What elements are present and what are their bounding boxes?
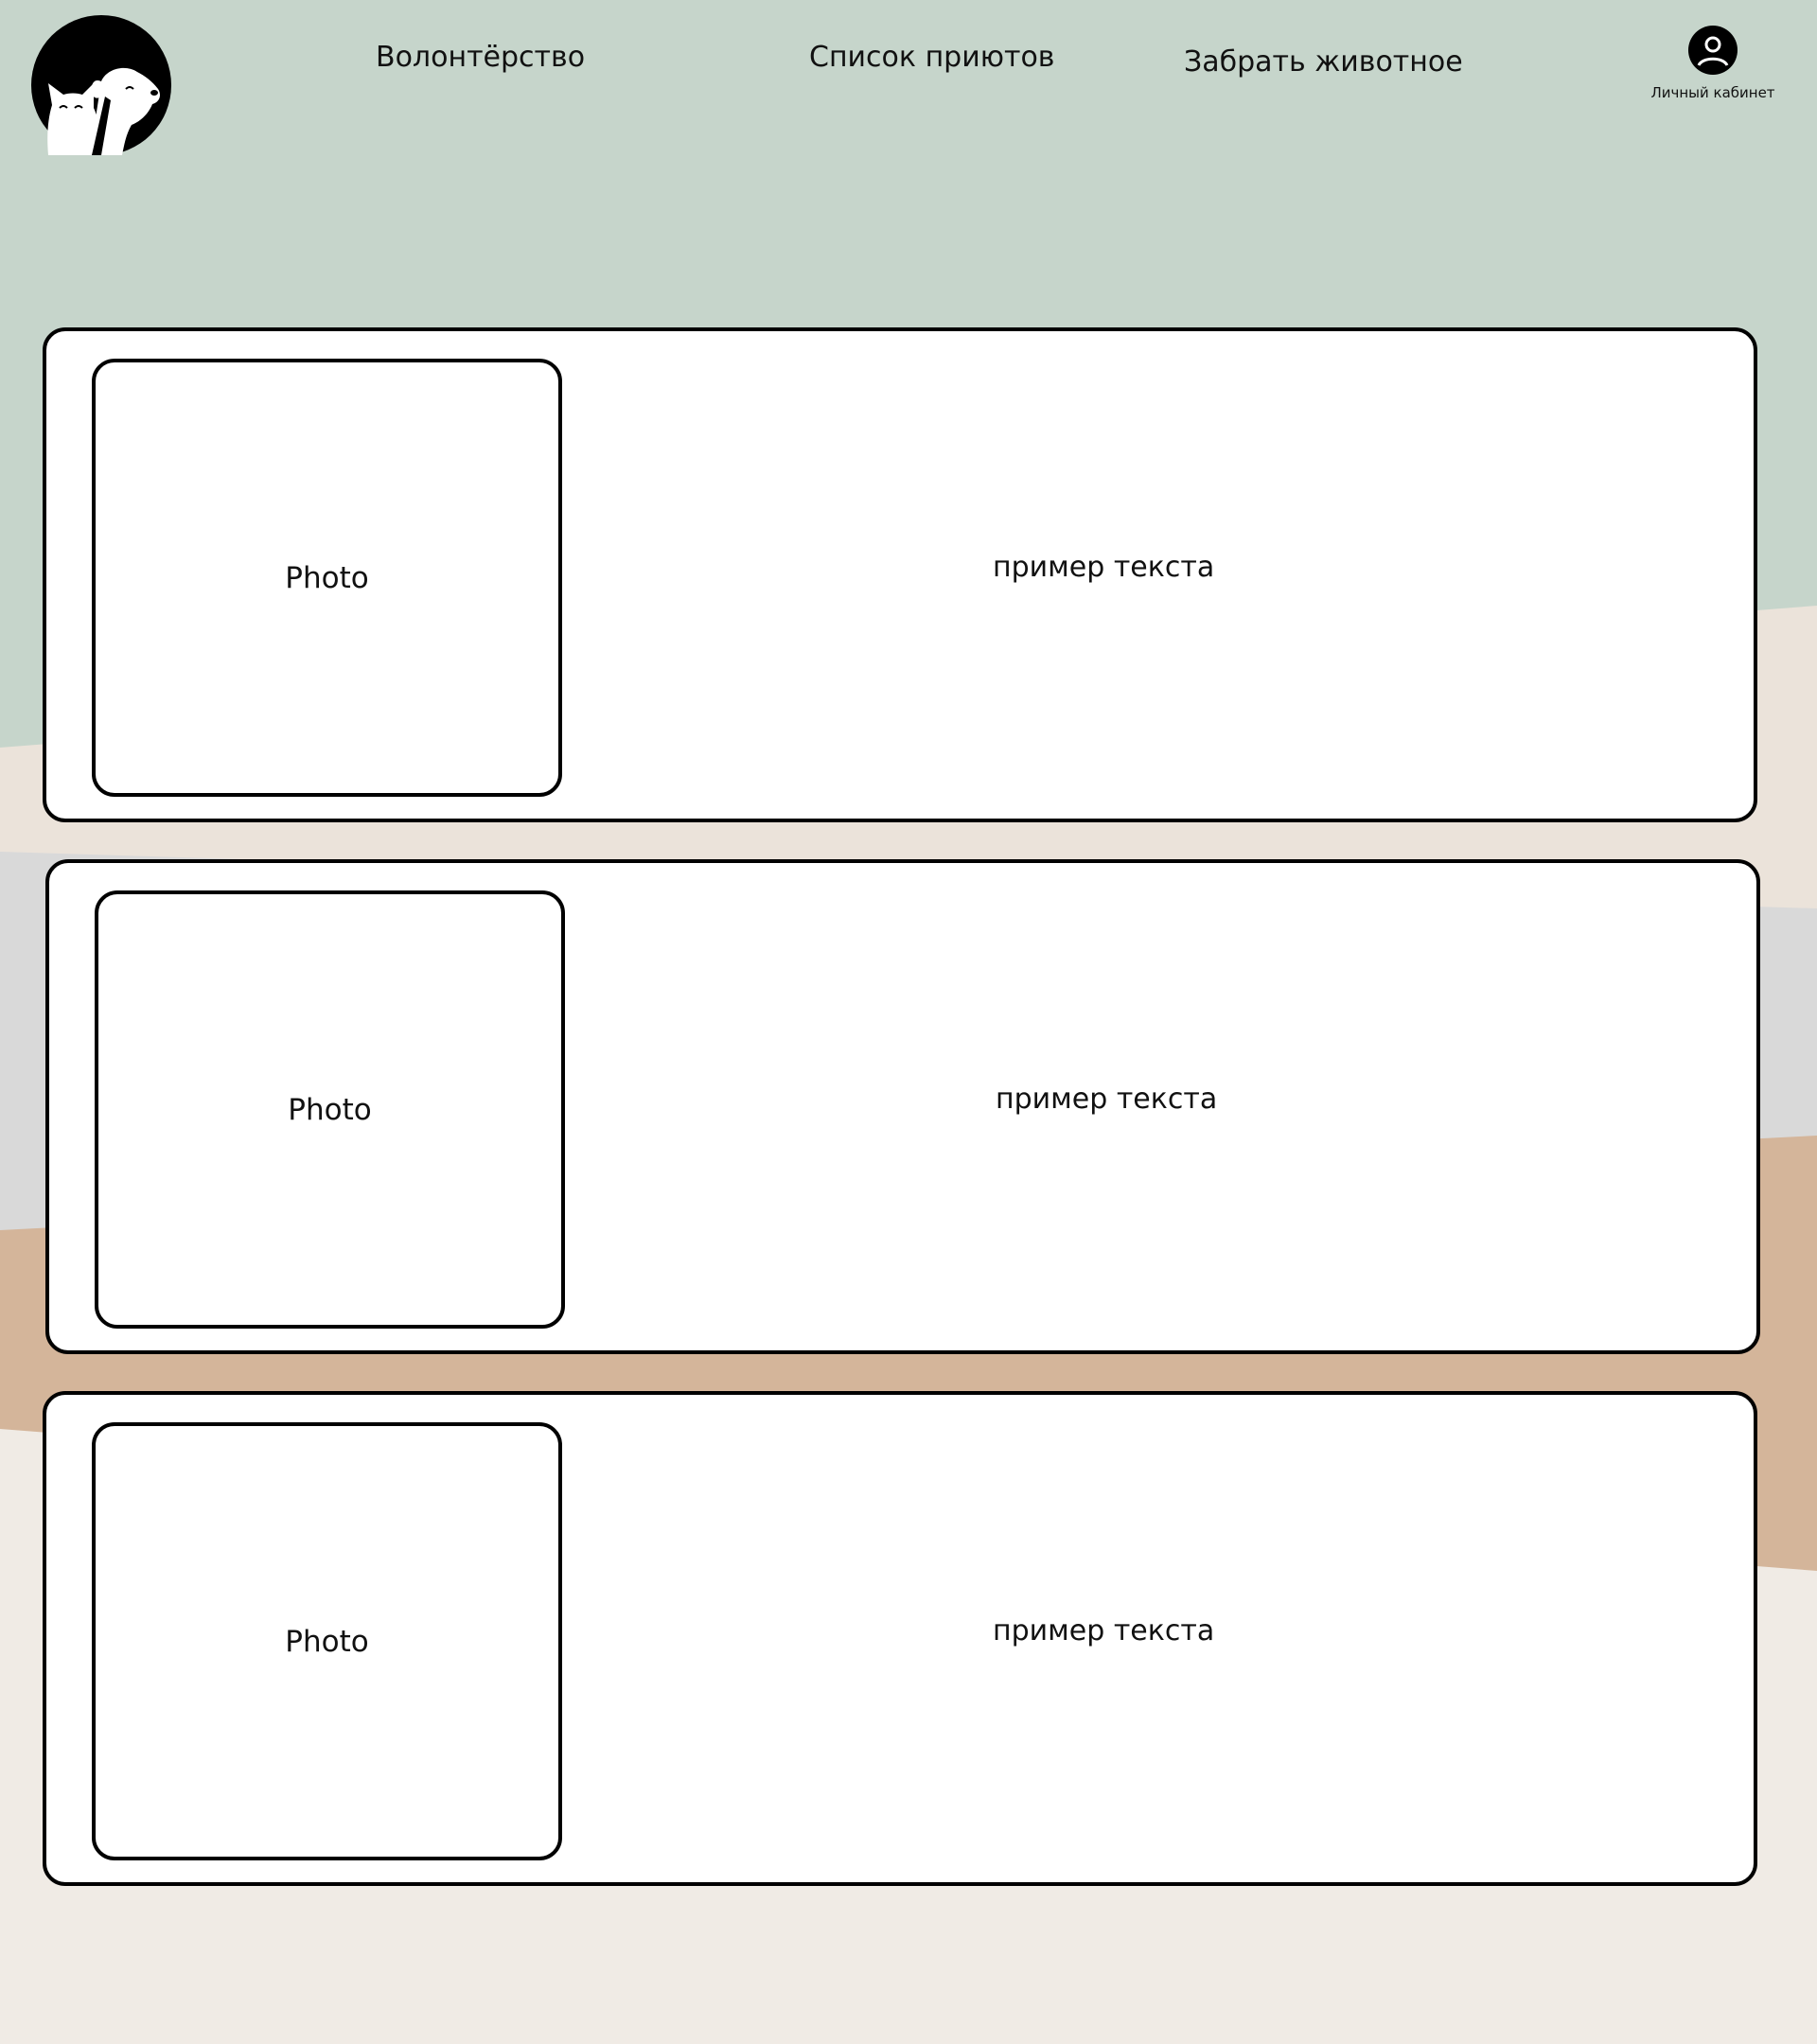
card-text: пример текста <box>993 551 1215 584</box>
profile-label: Личный кабинет <box>1650 84 1775 101</box>
photo-placeholder: Photo <box>92 1422 562 1860</box>
nav-adopt-animal[interactable]: Забрать животное <box>1184 45 1463 79</box>
logo[interactable] <box>31 15 171 155</box>
photo-placeholder: Photo <box>95 890 565 1329</box>
photo-label: Photo <box>288 1092 372 1127</box>
photo-label: Photo <box>285 1624 369 1659</box>
shelter-card[interactable]: Photo пример текста <box>43 1391 1757 1886</box>
card-text: пример текста <box>996 1083 1218 1116</box>
profile-button[interactable]: Личный кабинет <box>1628 26 1798 107</box>
shelter-card[interactable]: Photo пример текста <box>45 859 1760 1354</box>
shelter-card[interactable]: Photo пример текста <box>43 327 1757 822</box>
photo-label: Photo <box>285 560 369 595</box>
photo-placeholder: Photo <box>92 359 562 797</box>
cat-dog-logo-icon <box>31 15 171 155</box>
card-text: пример текста <box>993 1614 1215 1648</box>
user-icon <box>1688 26 1738 75</box>
nav-shelter-list[interactable]: Список приютов <box>809 41 1054 74</box>
nav-volunteering[interactable]: Волонтёрство <box>376 41 585 74</box>
